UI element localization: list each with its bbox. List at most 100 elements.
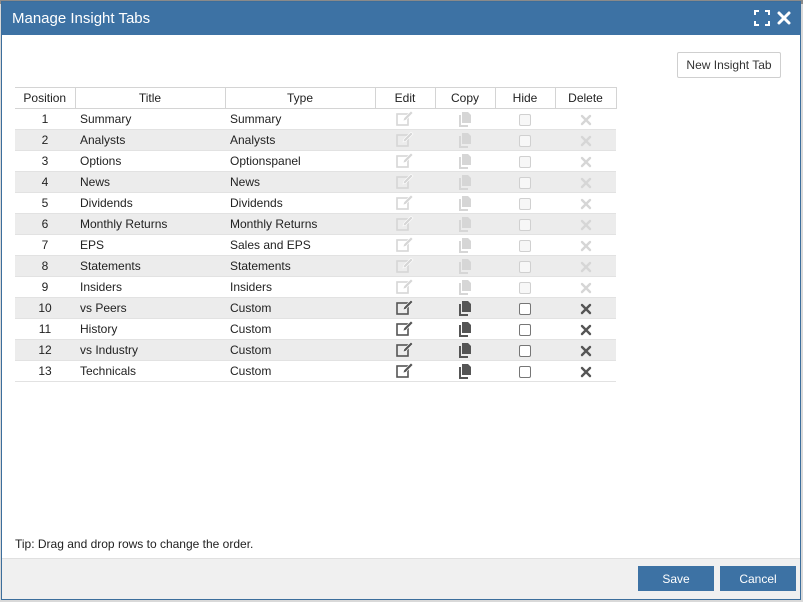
- pencil-icon: [396, 216, 414, 232]
- table-row[interactable]: 8 Statements Statements: [15, 255, 616, 277]
- hide-checkbox: [519, 218, 531, 231]
- row-position: 12: [15, 339, 75, 361]
- row-title: Dividends: [75, 192, 225, 214]
- copy-icon: [458, 237, 472, 253]
- copy-icon[interactable]: [458, 321, 472, 337]
- row-position: 8: [15, 255, 75, 277]
- x-icon: [580, 240, 592, 252]
- pencil-icon[interactable]: [396, 321, 414, 337]
- row-title: Technicals: [75, 360, 225, 382]
- row-type: Custom: [225, 360, 375, 382]
- row-position: 7: [15, 234, 75, 256]
- x-icon[interactable]: [580, 345, 592, 357]
- column-header-type: Type: [224, 87, 376, 109]
- row-type: Dividends: [225, 192, 375, 214]
- copy-icon: [458, 132, 472, 148]
- x-icon[interactable]: [580, 303, 592, 315]
- pencil-icon: [396, 174, 414, 190]
- pencil-icon: [396, 132, 414, 148]
- pencil-icon[interactable]: [396, 342, 414, 358]
- x-icon[interactable]: [580, 366, 592, 378]
- table-row[interactable]: 5 Dividends Dividends: [15, 192, 616, 214]
- column-header-position: Position: [15, 87, 76, 109]
- copy-icon: [458, 153, 472, 169]
- table-row[interactable]: 6 Monthly Returns Monthly Returns: [15, 213, 616, 235]
- row-type: Insiders: [225, 276, 375, 298]
- row-position: 1: [15, 108, 75, 130]
- row-position: 4: [15, 171, 75, 193]
- row-type: Summary: [225, 108, 375, 130]
- copy-icon: [458, 111, 472, 127]
- hide-checkbox: [519, 281, 531, 294]
- row-position: 3: [15, 150, 75, 172]
- hide-checkbox[interactable]: [519, 344, 531, 357]
- table-row[interactable]: 12 vs Industry Custom: [15, 339, 616, 361]
- row-title: Monthly Returns: [75, 213, 225, 235]
- pencil-icon: [396, 279, 414, 295]
- row-title: History: [75, 318, 225, 340]
- hide-checkbox: [519, 113, 531, 126]
- pencil-icon[interactable]: [396, 363, 414, 379]
- row-title: EPS: [75, 234, 225, 256]
- pencil-icon: [396, 111, 414, 127]
- copy-icon[interactable]: [458, 342, 472, 358]
- row-type: Monthly Returns: [225, 213, 375, 235]
- hide-checkbox[interactable]: [519, 302, 531, 315]
- cancel-button[interactable]: Cancel: [720, 566, 796, 591]
- row-title: Statements: [75, 255, 225, 277]
- table-row[interactable]: 10 vs Peers Custom: [15, 297, 616, 319]
- table-row[interactable]: 3 Options Optionspanel: [15, 150, 616, 172]
- copy-icon: [458, 279, 472, 295]
- pencil-icon: [396, 195, 414, 211]
- row-type: Custom: [225, 297, 375, 319]
- copy-icon[interactable]: [458, 363, 472, 379]
- column-header-hide: Hide: [494, 87, 556, 109]
- row-title: vs Industry: [75, 339, 225, 361]
- table-row[interactable]: 13 Technicals Custom: [15, 360, 616, 382]
- pencil-icon[interactable]: [396, 300, 414, 316]
- dialog-title: Manage Insight Tabs: [12, 10, 151, 27]
- column-header-copy: Copy: [434, 87, 496, 109]
- manage-insight-tabs-dialog: Manage Insight Tabs New Insight Tab Posi…: [1, 1, 801, 600]
- column-header-delete: Delete: [554, 87, 617, 109]
- row-title: Analysts: [75, 129, 225, 151]
- row-type: Custom: [225, 318, 375, 340]
- row-type: Optionspanel: [225, 150, 375, 172]
- table-row[interactable]: 11 History Custom: [15, 318, 616, 340]
- table-header-row: Position Title Type Edit Copy Hide Delet…: [15, 87, 617, 109]
- close-icon[interactable]: [776, 10, 792, 26]
- hide-checkbox[interactable]: [519, 323, 531, 336]
- copy-icon[interactable]: [458, 300, 472, 316]
- x-icon[interactable]: [580, 324, 592, 336]
- hide-checkbox: [519, 197, 531, 210]
- hide-checkbox: [519, 239, 531, 252]
- x-icon: [580, 177, 592, 189]
- table-row[interactable]: 4 News News: [15, 171, 616, 193]
- drag-drop-tip: Tip: Drag and drop rows to change the or…: [15, 537, 254, 551]
- table-row[interactable]: 7 EPS Sales and EPS: [15, 234, 616, 256]
- maximize-icon[interactable]: [754, 10, 770, 26]
- dialog-titlebar: Manage Insight Tabs: [2, 2, 800, 35]
- pencil-icon: [396, 153, 414, 169]
- row-position: 5: [15, 192, 75, 214]
- x-icon: [580, 219, 592, 231]
- new-insight-tab-button[interactable]: New Insight Tab: [677, 52, 781, 78]
- x-icon: [580, 156, 592, 168]
- table-row[interactable]: 1 Summary Summary: [15, 108, 616, 130]
- x-icon: [580, 114, 592, 126]
- table-row[interactable]: 2 Analysts Analysts: [15, 129, 616, 151]
- row-position: 2: [15, 129, 75, 151]
- hide-checkbox: [519, 260, 531, 273]
- column-header-title: Title: [74, 87, 226, 109]
- table-row[interactable]: 9 Insiders Insiders: [15, 276, 616, 298]
- row-type: News: [225, 171, 375, 193]
- row-position: 11: [15, 318, 75, 340]
- dialog-footer: Save Cancel: [2, 558, 800, 599]
- save-button[interactable]: Save: [638, 566, 714, 591]
- hide-checkbox: [519, 155, 531, 168]
- pencil-icon: [396, 237, 414, 253]
- copy-icon: [458, 174, 472, 190]
- row-position: 6: [15, 213, 75, 235]
- hide-checkbox[interactable]: [519, 365, 531, 378]
- row-type: Sales and EPS: [225, 234, 375, 256]
